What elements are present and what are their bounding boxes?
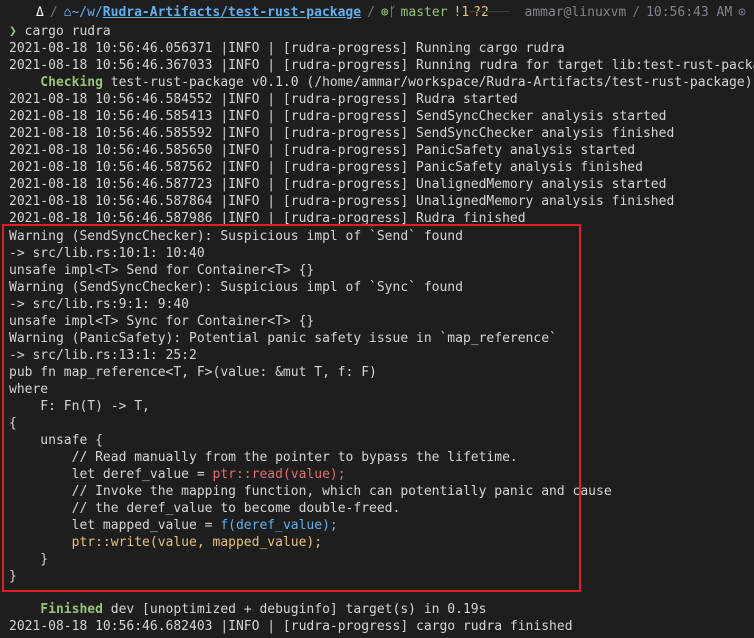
log-line: 2021-08-18 10:56:46.585592 |INFO | [rudr… — [9, 126, 675, 141]
clock-icon: ⊙ — [738, 5, 746, 20]
log-line: 2021-08-18 10:56:46.587723 |INFO | [rudr… — [9, 177, 667, 192]
git-modified-count: !1 — [453, 5, 470, 20]
shell-prompt: Δ / ⌂ ~/w/Rudra-Artifacts/test-rust-pack… — [0, 0, 754, 28]
home-icon: ⌂ — [63, 5, 72, 20]
terminal-window[interactable]: Δ / ⌂ ~/w/Rudra-Artifacts/test-rust-pack… — [0, 0, 754, 638]
log-line: 2021-08-18 10:56:46.056371 |INFO | [rudr… — [9, 41, 565, 56]
log-line: 2021-08-18 10:56:46.584552 |INFO | [rudr… — [9, 92, 518, 107]
prompt-separator: / — [367, 5, 375, 20]
log-line: 2021-08-18 10:56:46.587864 |INFO | [rudr… — [9, 194, 675, 209]
user-host: ammar@linuxvm — [524, 5, 627, 20]
log-line: 2021-08-18 10:56:46.585650 |INFO | [rudr… — [9, 143, 636, 158]
finished-text: dev [unoptimized + debuginfo] target(s) … — [102, 602, 487, 617]
prompt-separator: / — [632, 5, 641, 20]
prompt-time: 10:56:43 AM — [646, 5, 733, 20]
log-line: 2021-08-18 10:56:46.587562 |INFO | [rudr… — [9, 160, 643, 175]
log-line: 2021-08-18 10:56:46.367033 |INFO | [rudr… — [9, 58, 754, 73]
prompt-filler: ───── — [469, 5, 525, 20]
annotation-box — [2, 224, 581, 592]
os-icon: Δ — [36, 5, 44, 20]
finished-label: Finished — [9, 602, 103, 617]
finished-line: Finished dev [unoptimized + debuginfo] t… — [9, 601, 486, 618]
current-path: Rudra-Artifacts/test-rust-package — [102, 5, 362, 20]
checking-label: Checking — [9, 75, 103, 90]
command-text: cargo rudra — [16, 24, 111, 39]
command-line: ❯ cargo rudra — [9, 23, 111, 40]
git-branch: master — [400, 5, 448, 20]
checking-text: test-rust-package v0.1.0 (/home/ammar/wo… — [102, 75, 753, 90]
log-line: 2021-08-18 10:56:46.585413 |INFO | [rudr… — [9, 109, 667, 124]
checking-line: Checking test-rust-package v0.1.0 (/home… — [9, 74, 753, 91]
git-branch-icon: ⊕ᚴ — [380, 5, 397, 20]
path-prefix: ~/w/ — [71, 5, 103, 20]
log-line: 2021-08-18 10:56:46.682403 |INFO | [rudr… — [9, 619, 573, 634]
prompt-arrow-icon: ❯ — [9, 24, 17, 39]
prompt-separator: / — [49, 5, 58, 20]
